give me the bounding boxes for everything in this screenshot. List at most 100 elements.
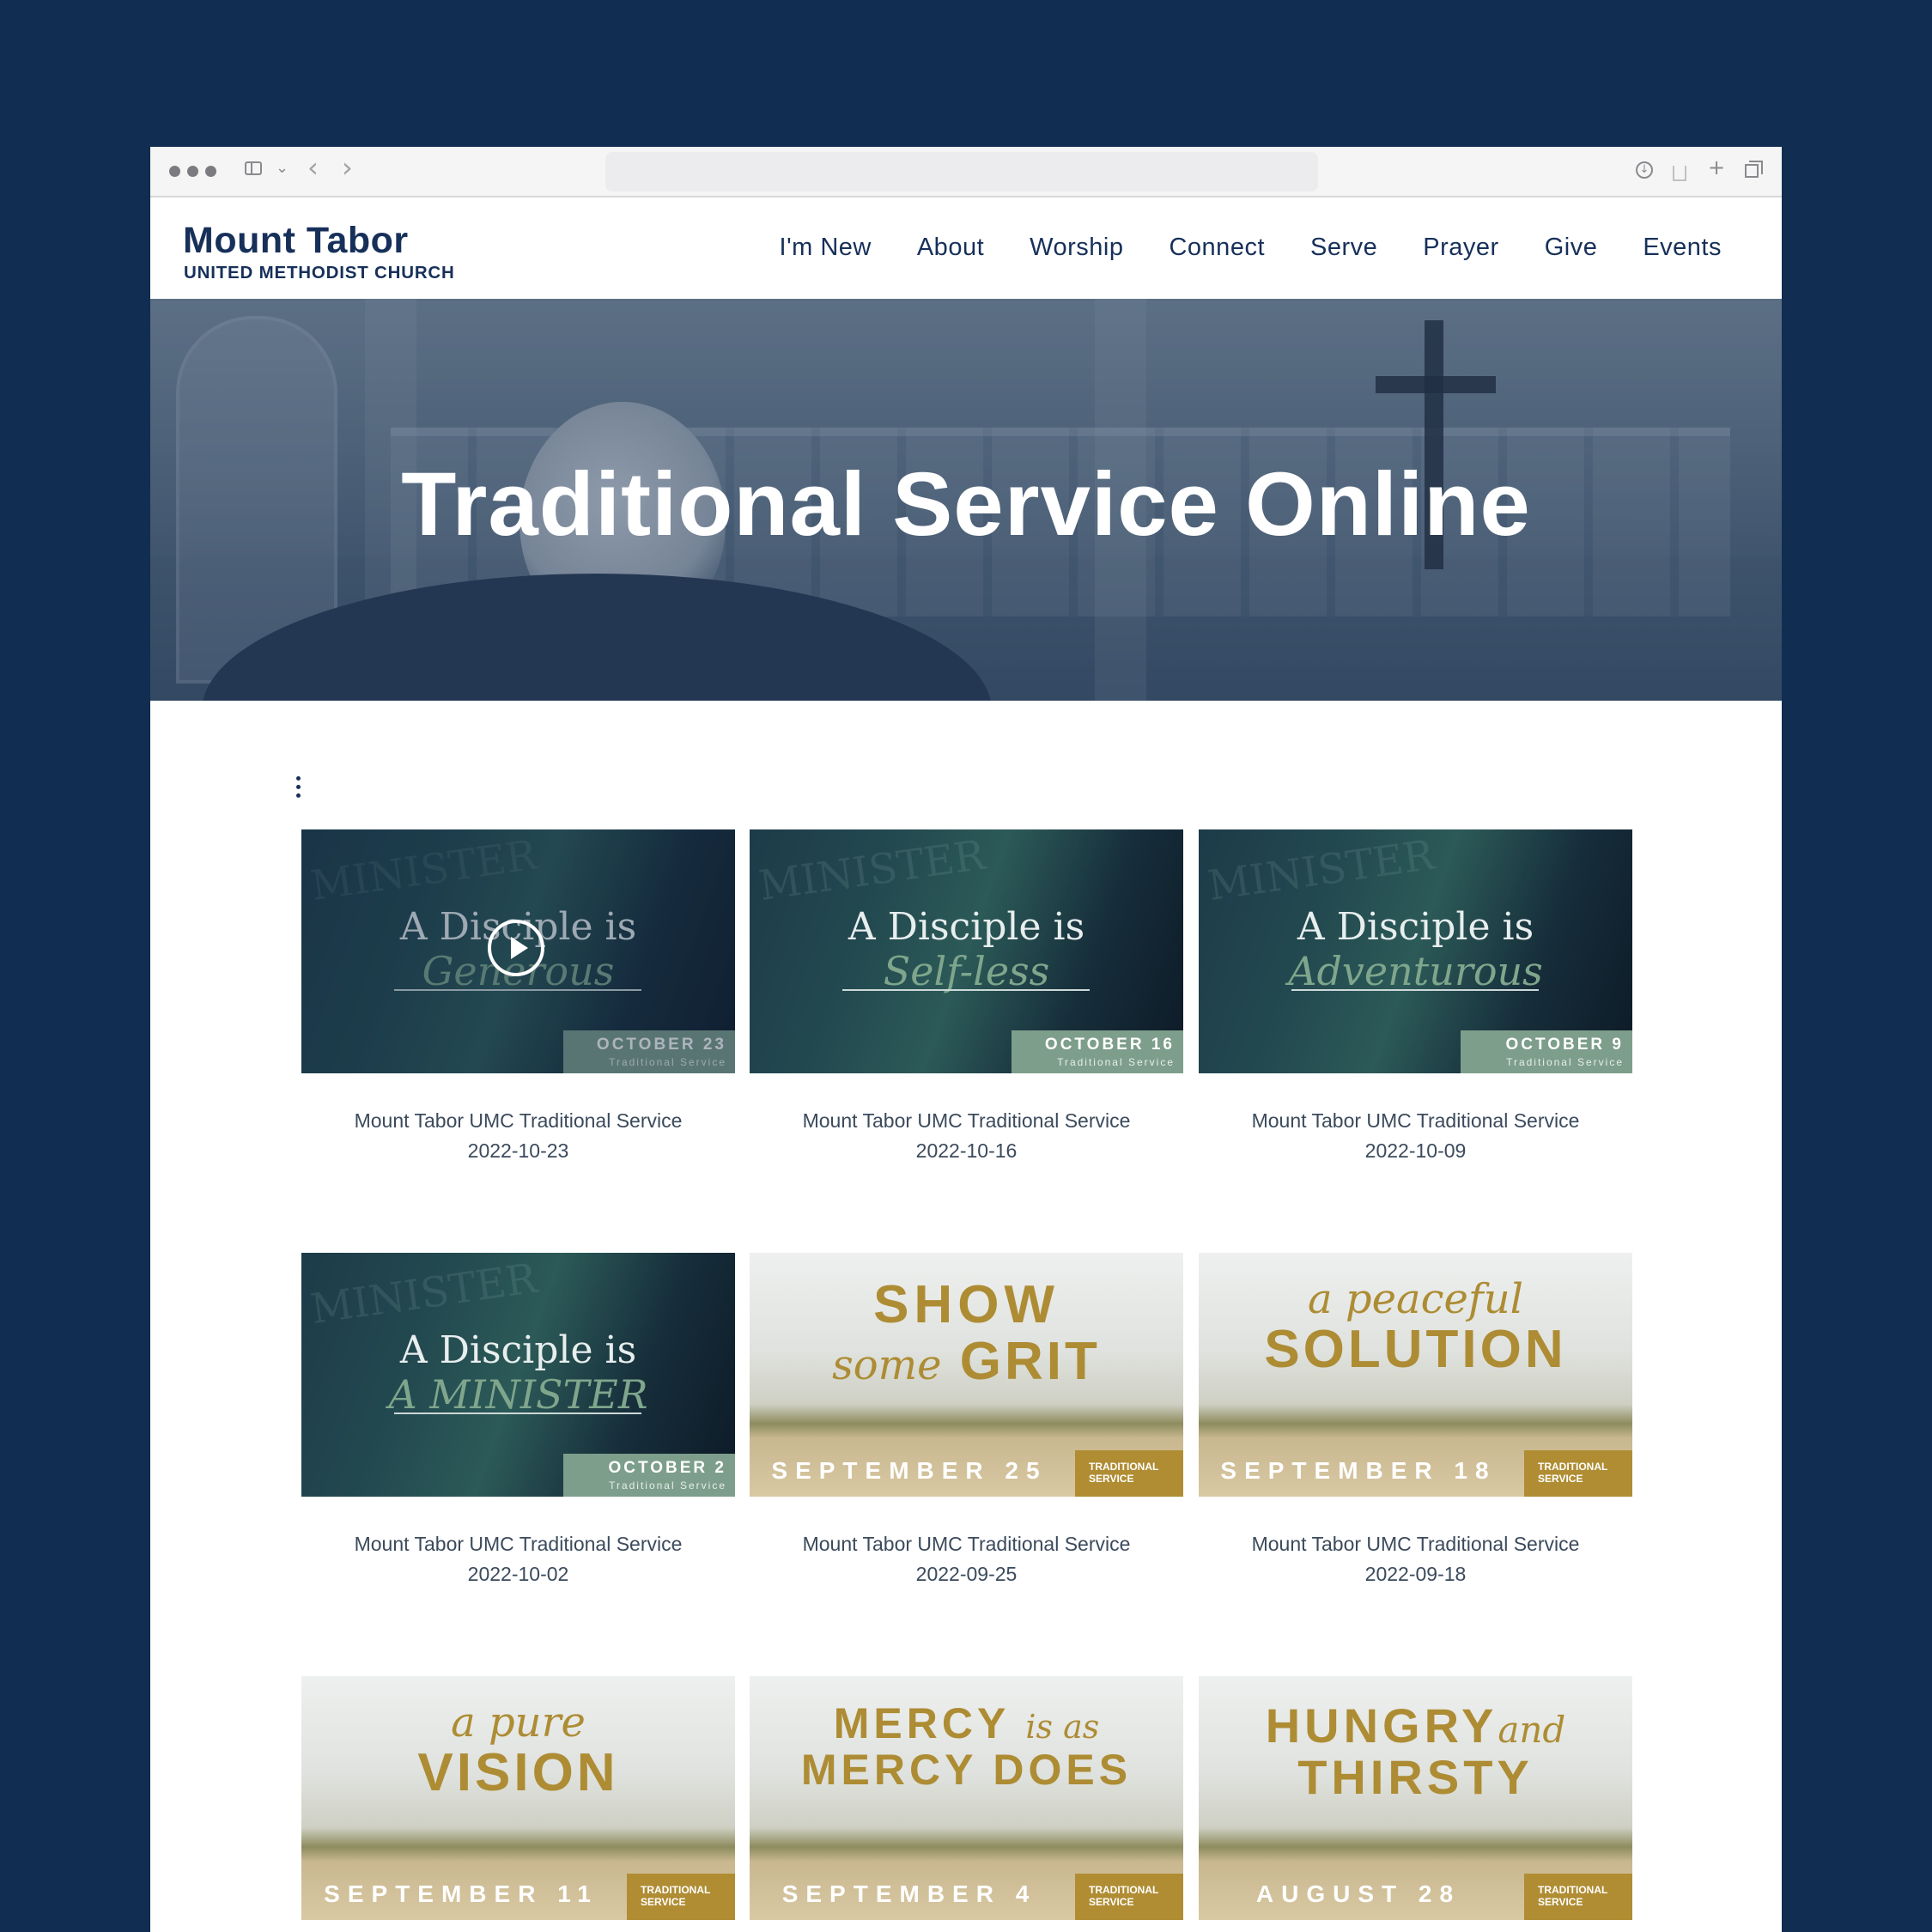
thumb-date: OCTOBER 9 <box>1505 1036 1624 1054</box>
video-caption[interactable]: Mount Tabor UMC Traditional Service 2022… <box>750 1106 1183 1166</box>
thumb-date: SEPTEMBER 11 <box>324 1880 598 1907</box>
thumb-texture: MINISTER <box>1205 830 1437 911</box>
video-thumbnail[interactable]: MINISTER A Disciple is Self-less OCTOBER… <box>750 829 1183 1073</box>
thumb-line1: MERCY <box>833 1699 1010 1747</box>
chevron-down-icon[interactable]: ⌄ <box>276 159 289 177</box>
sidebar-icon[interactable] <box>245 161 262 175</box>
thumb-title: a peaceful SOLUTION <box>1199 1279 1632 1376</box>
download-icon[interactable]: ↓ <box>1636 161 1653 179</box>
back-icon[interactable]: ‹ <box>307 154 319 181</box>
caption-title: Mount Tabor UMC Traditional Service <box>802 1109 1131 1132</box>
nav-events[interactable]: Events <box>1643 234 1722 262</box>
video-thumbnail[interactable]: HUNGRYand THIRSTY AUGUST 28 TRADITIONAL … <box>1199 1676 1632 1920</box>
nav-give[interactable]: Give <box>1545 234 1598 262</box>
thumb-line2: SOLUTION <box>1264 1320 1567 1379</box>
video-card[interactable]: MINISTER A Disciple is Adventurous OCTOB… <box>1199 829 1632 1166</box>
caption-title: Mount Tabor UMC Traditional Service <box>354 1109 683 1132</box>
nav-serve[interactable]: Serve <box>1310 234 1377 262</box>
date-badge: OCTOBER 16 Traditional Service <box>1012 1030 1183 1073</box>
video-thumbnail[interactable]: a peaceful SOLUTION SEPTEMBER 18 TRADITI… <box>1199 1253 1632 1497</box>
thumb-date: OCTOBER 16 <box>1044 1036 1175 1054</box>
video-card[interactable]: MERCY is as MERCY DOES SEPTEMBER 4 TRADI… <box>750 1676 1183 1920</box>
video-thumbnail[interactable]: MINISTER A Disciple is A MINISTER OCTOBE… <box>301 1253 735 1497</box>
caption-date: 2022-10-02 <box>467 1563 569 1585</box>
zoom-dot[interactable] <box>205 166 216 177</box>
thumb-texture: MINISTER <box>307 1254 540 1334</box>
date-badge: OCTOBER 2 Traditional Service <box>563 1454 735 1497</box>
thumb-script: and <box>1498 1709 1566 1751</box>
video-thumbnail[interactable]: MERCY is as MERCY DOES SEPTEMBER 4 TRADI… <box>750 1676 1183 1920</box>
caption-date: 2022-09-18 <box>1364 1563 1467 1585</box>
video-caption[interactable]: Mount Tabor UMC Traditional Service 2022… <box>1199 1106 1632 1166</box>
thumb-title: A Disciple is <box>848 905 1085 949</box>
nav-worship[interactable]: Worship <box>1030 234 1123 262</box>
thumb-script: A MINISTER <box>388 1371 648 1418</box>
video-caption[interactable]: Mount Tabor UMC Traditional Service 2022… <box>301 1106 735 1166</box>
nav-about[interactable]: About <box>917 234 984 262</box>
video-card[interactable]: MINISTER A Disciple is Generous OCTOBER … <box>301 829 735 1166</box>
video-card[interactable]: a pure VISION SEPTEMBER 11 TRADITIONAL S… <box>301 1676 735 1920</box>
video-thumbnail[interactable]: MINISTER A Disciple is Generous OCTOBER … <box>301 829 735 1073</box>
video-card[interactable]: HUNGRYand THIRSTY AUGUST 28 TRADITIONAL … <box>1199 1676 1632 1920</box>
caption-date: 2022-10-16 <box>915 1139 1018 1162</box>
video-card[interactable]: MINISTER A Disciple is Self-less OCTOBER… <box>750 829 1183 1166</box>
thumb-line2: THIRSTY <box>1297 1750 1534 1804</box>
logo-title[interactable]: Mount Tabor <box>183 220 409 262</box>
thumb-title: HUNGRYand THIRSTY <box>1199 1702 1632 1801</box>
address-bar[interactable] <box>605 152 1318 191</box>
thumb-date: AUGUST 28 <box>1255 1880 1461 1907</box>
thumb-script: Adventurous <box>1288 948 1543 994</box>
close-dot[interactable] <box>169 166 180 177</box>
service-badge: TRADITIONAL SERVICE <box>627 1874 735 1920</box>
forward-icon[interactable]: › <box>342 154 353 181</box>
nav-prayer[interactable]: Prayer <box>1423 234 1498 262</box>
nav-im-new[interactable]: I'm New <box>780 234 872 262</box>
thumb-subtitle: Traditional Service <box>1506 1056 1624 1068</box>
browser-window: ⌄ ‹ › ↓ + Mount Tabor UNITED METHODIST C… <box>150 147 1782 1932</box>
video-caption[interactable]: Mount Tabor UMC Traditional Service 2022… <box>1199 1529 1632 1589</box>
thumb-subtitle: Traditional Service <box>609 1479 726 1492</box>
thumb-title: MERCY is as MERCY DOES <box>750 1702 1183 1791</box>
thumb-date: SEPTEMBER 4 <box>781 1880 1037 1907</box>
thumb-line2: VISION <box>417 1743 619 1802</box>
thumb-script: Self-less <box>883 948 1050 994</box>
video-thumbnail[interactable]: SHOW some GRIT SEPTEMBER 25 TRADITIONAL … <box>750 1253 1183 1497</box>
nav-connect[interactable]: Connect <box>1169 234 1265 262</box>
page-title: Traditional Service Online <box>401 454 1531 555</box>
thumb-script: some <box>832 1341 942 1389</box>
thumb-texture: MINISTER <box>307 830 540 911</box>
minimize-dot[interactable] <box>187 166 198 177</box>
service-badge: TRADITIONAL SERVICE <box>1524 1874 1632 1920</box>
date-badge: OCTOBER 23 Traditional Service <box>563 1030 735 1073</box>
caption-title: Mount Tabor UMC Traditional Service <box>1251 1533 1580 1555</box>
play-icon[interactable] <box>488 920 544 976</box>
caption-date: 2022-10-09 <box>1364 1139 1467 1162</box>
video-card[interactable]: MINISTER A Disciple is A MINISTER OCTOBE… <box>301 1253 735 1589</box>
main-nav: I'm New About Worship Connect Serve Pray… <box>780 234 1722 262</box>
video-card[interactable]: SHOW some GRIT SEPTEMBER 25 TRADITIONAL … <box>750 1253 1183 1589</box>
video-card[interactable]: a peaceful SOLUTION SEPTEMBER 18 TRADITI… <box>1199 1253 1632 1589</box>
video-caption[interactable]: Mount Tabor UMC Traditional Service 2022… <box>301 1529 735 1589</box>
thumb-script: is as <box>1025 1708 1100 1746</box>
video-thumbnail[interactable]: a pure VISION SEPTEMBER 11 TRADITIONAL S… <box>301 1676 735 1920</box>
thumb-title: A Disciple is <box>399 1328 637 1372</box>
thumb-underline <box>394 989 641 991</box>
new-tab-icon[interactable]: + <box>1708 157 1725 178</box>
thumb-underline <box>842 989 1090 991</box>
date-badge: OCTOBER 9 Traditional Service <box>1461 1030 1632 1073</box>
caption-title: Mount Tabor UMC Traditional Service <box>802 1533 1131 1555</box>
thumb-date: OCTOBER 2 <box>608 1459 726 1477</box>
video-caption[interactable]: Mount Tabor UMC Traditional Service 2022… <box>750 1529 1183 1589</box>
share-icon[interactable] <box>1673 166 1686 181</box>
service-badge: TRADITIONAL SERVICE <box>1075 1874 1183 1920</box>
window-controls[interactable] <box>169 166 216 177</box>
thumb-date: OCTOBER 23 <box>596 1036 726 1054</box>
site-header: Mount Tabor UNITED METHODIST CHURCH I'm … <box>150 197 1782 299</box>
service-badge: TRADITIONAL SERVICE <box>1524 1450 1632 1497</box>
video-gallery: MINISTER A Disciple is Generous OCTOBER … <box>150 701 1782 1932</box>
logo-subtitle[interactable]: UNITED METHODIST CHURCH <box>184 263 455 283</box>
tabs-icon[interactable] <box>1745 161 1763 178</box>
more-vertical-icon[interactable] <box>296 776 301 802</box>
video-thumbnail[interactable]: MINISTER A Disciple is Adventurous OCTOB… <box>1199 829 1632 1073</box>
thumb-title: SHOW some GRIT <box>750 1279 1183 1388</box>
